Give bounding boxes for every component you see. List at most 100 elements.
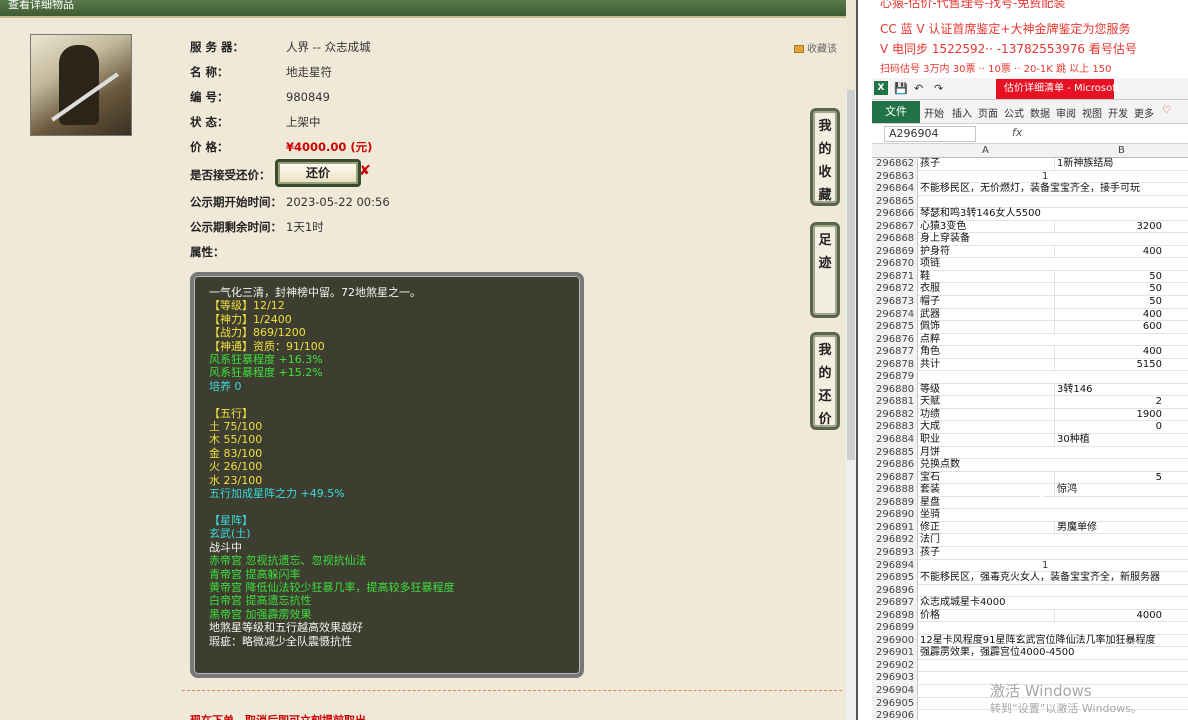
tab-developer[interactable]: 开发 <box>1108 105 1128 120</box>
cell-a[interactable]: 不能移民区，无价燃灯，装备宝宝齐全，接手可玩 <box>920 183 1140 195</box>
table-row[interactable]: 296883 大成 0 <box>872 421 1188 435</box>
cell-a[interactable]: 不能移民区，强毒克火女人，装备宝宝齐全，新服务器 <box>920 572 1160 584</box>
left-scrollbar-thumb[interactable] <box>847 90 855 460</box>
row-number[interactable]: 296903 <box>872 672 918 685</box>
row-number[interactable]: 296902 <box>872 659 918 673</box>
cell-a[interactable]: 宝石 <box>920 472 940 484</box>
cell-a[interactable]: 法门 <box>920 534 940 546</box>
table-row[interactable]: 296880 等级 3转146 <box>872 383 1188 397</box>
heart-icon[interactable]: ♡ <box>1162 105 1171 116</box>
table-row[interactable]: 296865 <box>872 195 1188 209</box>
my-offers-button[interactable]: 我的还价 <box>810 332 840 430</box>
cell-a-value[interactable]: 1 <box>1042 171 1048 183</box>
cell-a[interactable]: 孩子 <box>920 547 940 559</box>
row-number[interactable]: 296873 <box>872 296 918 309</box>
table-row[interactable]: 296866 琴瑟和鸣3转146女人5500 <box>872 208 1188 221</box>
tab-insert[interactable]: 插入 <box>952 105 972 120</box>
table-row[interactable]: 296901 强霹雳效果，强霹宫位4000-4500 <box>872 647 1188 660</box>
row-number[interactable]: 296876 <box>872 333 918 347</box>
row-number[interactable]: 296899 <box>872 622 918 635</box>
table-row[interactable]: 296875 佩饰 600 <box>872 321 1188 334</box>
cell-a[interactable]: 套装 <box>920 484 940 496</box>
row-number[interactable]: 296892 <box>872 534 918 547</box>
cell-b[interactable]: 5 <box>1054 471 1188 484</box>
row-number[interactable]: 296869 <box>872 245 918 259</box>
cell-a[interactable]: 功绩 <box>920 409 940 421</box>
cell-b[interactable]: 惊鸿 <box>1054 484 1188 497</box>
cell-a[interactable]: 兑换点数 <box>920 459 960 471</box>
undo-icon[interactable]: ↶ <box>914 82 923 95</box>
table-row[interactable]: 296887 宝石 5 <box>872 471 1188 485</box>
cell-a[interactable]: 天赋 <box>920 396 940 408</box>
cell-a[interactable]: 琴瑟和鸣3转146女人5500 <box>920 208 1041 220</box>
row-number[interactable]: 296891 <box>872 521 918 535</box>
table-row[interactable]: 296885 月饼 <box>872 446 1188 460</box>
table-row[interactable]: 296872 衣服 50 <box>872 283 1188 297</box>
row-number[interactable]: 296864 <box>872 183 918 196</box>
table-row[interactable]: 296870 项链 <box>872 258 1188 271</box>
cell-a[interactable]: 共计 <box>920 359 940 371</box>
table-row[interactable]: 296867 心猿3变色 3200 <box>872 220 1188 234</box>
row-number[interactable]: 296887 <box>872 471 918 485</box>
cell-b[interactable]: 男魔单修 <box>1054 521 1188 534</box>
cell-a[interactable]: 坐骑 <box>920 509 940 521</box>
row-number[interactable]: 296897 <box>872 597 918 610</box>
row-number[interactable]: 296881 <box>872 396 918 409</box>
cell-b[interactable]: 0 <box>1054 421 1188 434</box>
cell-a[interactable]: 鞋 <box>920 271 930 283</box>
cell-b[interactable]: 400 <box>1054 308 1188 321</box>
cell-a[interactable]: 修正 <box>920 522 940 534</box>
table-row[interactable]: 296876 点粹 <box>872 333 1188 347</box>
table-row[interactable]: 296897 众志成城星卡4000 <box>872 597 1188 610</box>
row-number[interactable]: 296866 <box>872 208 918 221</box>
redo-icon[interactable]: ↷ <box>934 82 943 95</box>
cell-a[interactable]: 角色 <box>920 346 940 358</box>
row-number[interactable]: 296879 <box>872 371 918 384</box>
table-row[interactable]: 296882 功绩 1900 <box>872 408 1188 422</box>
footprints-button[interactable]: 足迹 <box>810 222 840 318</box>
cell-a[interactable]: 价格 <box>920 610 940 622</box>
cell-b[interactable]: 50 <box>1054 296 1188 309</box>
spreadsheet-grid[interactable]: 296862 孩子 1新神族结局 296863 1 296864 不能移民区，无价燃灯，装备… <box>872 158 1188 720</box>
cell-b[interactable]: 400 <box>1054 245 1188 258</box>
cell-a[interactable]: 身上穿装备 <box>920 233 970 245</box>
cell-a[interactable]: 护身符 <box>920 246 950 258</box>
table-row[interactable]: 296878 共计 5150 <box>872 358 1188 372</box>
row-number[interactable]: 296905 <box>872 697 918 711</box>
table-row[interactable]: 296893 孩子 <box>872 546 1188 560</box>
cell-b[interactable]: 600 <box>1054 321 1188 334</box>
tab-page[interactable]: 页面 <box>978 105 998 120</box>
row-number[interactable]: 296889 <box>872 496 918 510</box>
table-row[interactable]: 296896 <box>872 584 1188 598</box>
name-box[interactable]: A296904 <box>884 126 976 142</box>
column-b-header[interactable]: B <box>1118 145 1125 156</box>
table-row[interactable]: 296888 套装 惊鸿 <box>872 484 1188 497</box>
row-number[interactable]: 296877 <box>872 346 918 359</box>
cell-a[interactable]: 佩饰 <box>920 321 940 333</box>
row-number[interactable]: 296884 <box>872 434 918 447</box>
row-number[interactable]: 296890 <box>872 509 918 522</box>
table-row[interactable]: 296863 1 <box>872 170 1188 184</box>
save-icon[interactable]: 💾 <box>894 82 908 95</box>
cell-a[interactable]: 衣服 <box>920 283 940 295</box>
row-number[interactable]: 296888 <box>872 484 918 497</box>
row-number[interactable]: 296886 <box>872 459 918 472</box>
my-favorites-button[interactable]: 我的收藏 <box>810 108 840 206</box>
table-row[interactable]: 296871 鞋 50 <box>872 270 1188 284</box>
tab-more[interactable]: 更多 <box>1134 105 1154 120</box>
row-number[interactable]: 296863 <box>872 170 918 184</box>
row-number[interactable]: 296900 <box>872 634 918 648</box>
table-row[interactable]: 296902 <box>872 659 1188 673</box>
row-number[interactable]: 296868 <box>872 233 918 246</box>
table-row[interactable]: 296879 <box>872 371 1188 384</box>
table-row[interactable]: 296892 法门 <box>872 534 1188 547</box>
cell-b[interactable]: 3转146 <box>1054 383 1188 396</box>
table-row[interactable]: 296890 坐骑 <box>872 509 1188 522</box>
cell-a[interactable]: 强霹雳效果，强霹宫位4000-4500 <box>920 647 1075 659</box>
row-number[interactable]: 296882 <box>872 408 918 422</box>
tab-formula[interactable]: 公式 <box>1004 105 1024 120</box>
cell-b[interactable]: 2 <box>1054 396 1188 409</box>
table-row[interactable]: 296862 孩子 1新神族结局 <box>872 158 1188 171</box>
left-scrollbar[interactable] <box>846 90 856 720</box>
row-number[interactable]: 296898 <box>872 609 918 623</box>
